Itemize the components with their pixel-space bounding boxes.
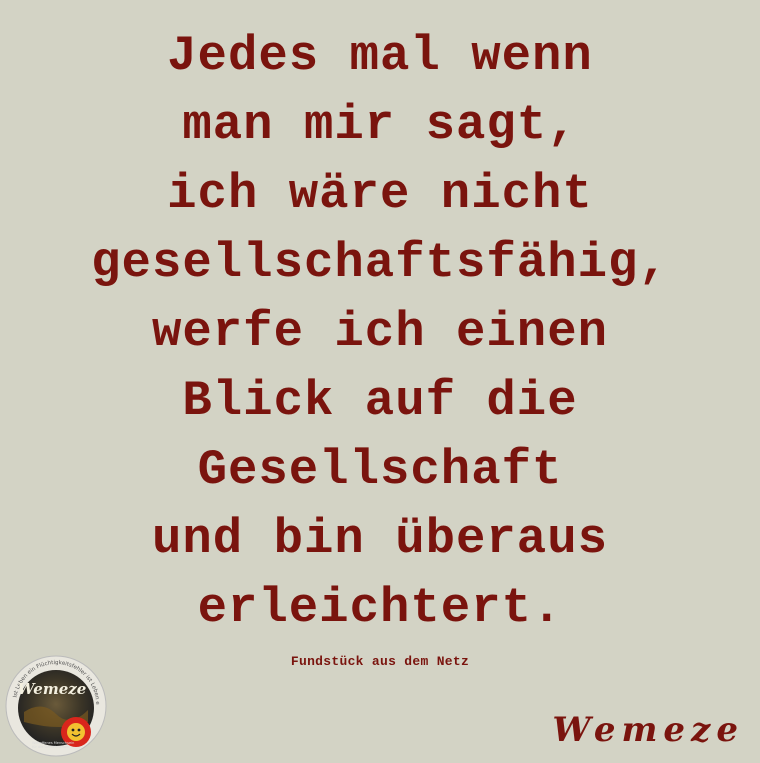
- quote-line: Gesellschaft: [197, 442, 563, 498]
- quote-text: Jedes mal wenn man mir sagt, ich wäre ni…: [0, 22, 760, 643]
- brand-logo-graphic: Ist Leben ein Flüchtigkeitsfehler ist Le…: [0, 648, 107, 757]
- source-caption: Fundstück aus dem Netz: [290, 654, 470, 669]
- quote-line: Blick auf die: [182, 373, 578, 429]
- quote-line: erleichtert.: [197, 580, 563, 636]
- brand-logo: Ist Leben ein Flüchtigkeitsfehler ist Le…: [0, 648, 110, 758]
- quote-line: und bin überaus: [151, 511, 609, 567]
- brand-name: Wemeze: [552, 710, 744, 750]
- quote-line: werfe ich einen: [151, 304, 609, 360]
- quote-line: Jedes mal wenn: [167, 28, 593, 84]
- quote-line: ich wäre nicht: [167, 166, 593, 222]
- svg-text:Wemeze: Wemeze: [18, 680, 87, 698]
- quote-line: gesellschaftsfähig,: [91, 235, 669, 291]
- svg-text:für die Gemeinschaft: für die Gemeinschaft: [32, 745, 69, 749]
- quote-line: man mir sagt,: [182, 97, 578, 153]
